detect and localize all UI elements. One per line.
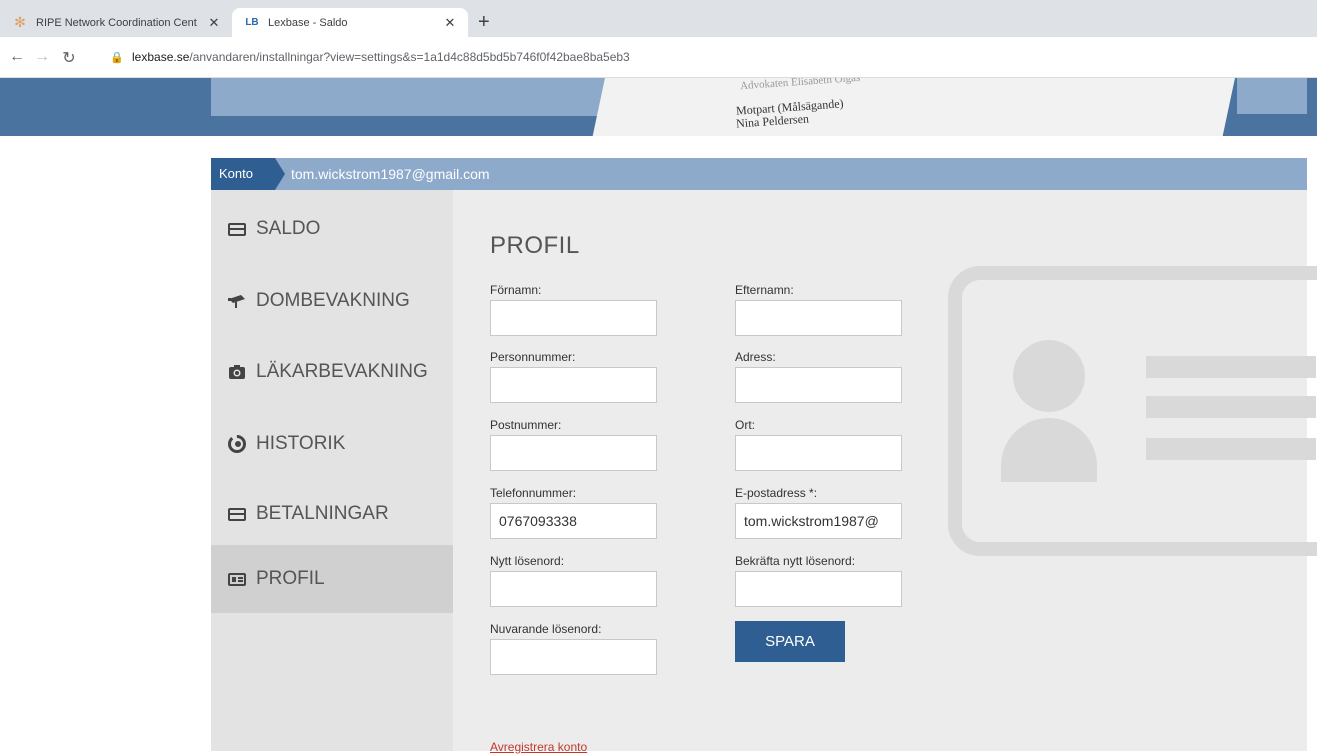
save-button[interactable]: SPARA	[735, 621, 845, 662]
personnummer-field[interactable]	[490, 367, 657, 403]
close-icon[interactable]: ✕	[440, 15, 460, 31]
confirm-password-field[interactable]	[735, 571, 902, 607]
illustration-line	[1146, 356, 1316, 378]
illustration-line	[1146, 396, 1316, 418]
unregister-account-link[interactable]: Avregistrera konto	[490, 740, 587, 754]
illustration-line	[1146, 438, 1316, 460]
banner-document-image	[592, 78, 1235, 136]
sidebar-item-betalningar[interactable]: BETALNINGAR	[211, 480, 453, 548]
epost-label: E-postadress *:	[735, 486, 818, 500]
tab-title: Lexbase - Saldo	[268, 16, 348, 29]
id-card-icon	[226, 571, 248, 587]
sidebar-item-label: SALDO	[256, 218, 321, 239]
forward-arrow-icon[interactable]: →	[32, 48, 52, 66]
adress-field[interactable]	[735, 367, 902, 403]
sidebar-item-label: BETALNINGAR	[256, 503, 389, 524]
account-label[interactable]: Konto	[211, 158, 285, 190]
avatar-illustration-head	[1013, 340, 1085, 412]
banner-shape	[211, 78, 661, 116]
bekrafta-losenord-label: Bekräfta nytt lösenord:	[735, 554, 856, 568]
sidebar-item-profil[interactable]: PROFIL	[211, 545, 453, 613]
tab-lexbase[interactable]: LB Lexbase - Saldo ✕	[232, 8, 468, 37]
sidebar-item-label: HISTORIK	[256, 433, 346, 454]
nuvarande-losenord-label: Nuvarande lösenord:	[490, 622, 602, 636]
efternamn-field[interactable]	[735, 300, 902, 336]
address-bar[interactable]: 🔒 lexbase.se/anvandaren/installningar?vi…	[110, 43, 630, 71]
postnummer-label: Postnummer:	[490, 418, 562, 432]
account-bar: Konto tom.wickstrom1987@gmail.com	[211, 158, 1307, 190]
credit-card-icon	[226, 506, 248, 522]
sidebar-item-historik[interactable]: HISTORIK	[211, 410, 453, 478]
url-host: lexbase.se	[132, 50, 190, 64]
page-title: PROFIL	[490, 232, 580, 259]
close-icon[interactable]: ✕	[204, 15, 224, 31]
ort-label: Ort:	[735, 418, 755, 432]
new-password-field[interactable]	[490, 571, 657, 607]
tab-title: RIPE Network Coordination Cent	[36, 16, 197, 29]
sidebar-item-label: PROFIL	[256, 568, 325, 589]
fornamn-field[interactable]	[490, 300, 657, 336]
email-field[interactable]	[735, 503, 902, 539]
banner-shape	[1237, 78, 1307, 114]
fornamn-label: Förnamn:	[490, 283, 542, 297]
url-path: /anvandaren/installningar?view=settings&…	[189, 50, 630, 64]
sidebar-item-dombevakning[interactable]: DOMBEVAKNING	[211, 267, 453, 335]
personnummer-label: Personnummer:	[490, 350, 576, 364]
telefon-label: Telefonnummer:	[490, 486, 577, 500]
new-tab-button[interactable]: +	[478, 8, 490, 37]
account-email: tom.wickstrom1987@gmail.com	[291, 166, 490, 182]
adress-label: Adress:	[735, 350, 776, 364]
telefon-field[interactable]	[490, 503, 657, 539]
ripe-favicon-icon: ✻	[14, 14, 26, 30]
lock-icon: 🔒	[110, 51, 124, 64]
credit-card-icon	[226, 221, 248, 237]
sidebar-item-lakarbevakning[interactable]: LÄKARBEVAKNING	[211, 338, 453, 406]
tab-ripe[interactable]: ✻ RIPE Network Coordination Cent ✕	[0, 8, 232, 37]
camera-icon	[226, 293, 248, 309]
sidebar-item-saldo[interactable]: SALDO	[211, 195, 453, 263]
nytt-losenord-label: Nytt lösenord:	[490, 554, 565, 568]
postnummer-field[interactable]	[490, 435, 657, 471]
profile-panel: PROFIL Förnamn: Efternamn: Personnummer:…	[453, 190, 1317, 754]
browser-toolbar: ← → ↻ 🔒 lexbase.se/anvandaren/installnin…	[0, 37, 1317, 78]
current-password-field[interactable]	[490, 639, 657, 675]
lexbase-favicon-icon: LB	[245, 17, 259, 28]
medical-camera-icon	[226, 364, 248, 380]
back-arrow-icon[interactable]: ←	[7, 48, 27, 66]
sidebar-item-label: LÄKARBEVAKNING	[256, 361, 428, 382]
reload-icon[interactable]: ↻	[59, 48, 79, 68]
efternamn-label: Efternamn:	[735, 283, 794, 297]
ort-field[interactable]	[735, 435, 902, 471]
sidebar-item-label: DOMBEVAKNING	[256, 290, 410, 311]
browser-tab-strip: ✻ RIPE Network Coordination Cent ✕ LB Le…	[0, 0, 1317, 37]
sidebar: SALDO DOMBEVAKNING LÄKARBEVAKNING HISTOR…	[211, 190, 453, 751]
history-icon	[226, 435, 248, 453]
header-banner: Advokaten Elisabeth Olgas Motpart (Målsä…	[0, 78, 1317, 136]
